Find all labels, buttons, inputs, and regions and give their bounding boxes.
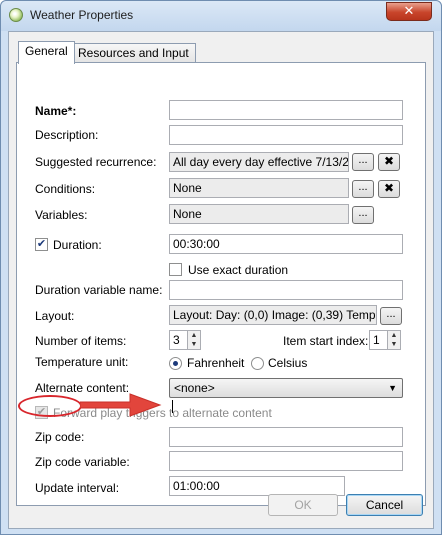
duration-checkbox[interactable]: ✔	[35, 238, 48, 251]
conditions-clear-button[interactable]: ✖	[378, 180, 400, 198]
use-exact-duration-label: Use exact duration	[188, 263, 289, 277]
number-of-items-input[interactable]: 3	[169, 330, 188, 350]
clear-x-icon: ✖	[383, 154, 395, 168]
zip-code-variable-label: Zip code variable:	[35, 455, 130, 469]
fahrenheit-label: Fahrenheit	[187, 356, 245, 370]
description-label: Description:	[35, 128, 99, 142]
zip-code-variable-input[interactable]	[169, 451, 403, 471]
layout-label: Layout:	[35, 309, 75, 323]
dropdown-arrow-icon: ▼	[388, 383, 397, 393]
variables-field: None	[169, 204, 349, 224]
cancel-button[interactable]: Cancel	[346, 494, 423, 516]
celsius-label: Celsius	[268, 356, 308, 370]
title-bar: Weather Properties ✕	[1, 1, 441, 31]
alternate-content-value: <none>	[174, 381, 215, 395]
ok-button[interactable]: OK	[268, 494, 338, 516]
close-button[interactable]: ✕	[386, 2, 432, 21]
text-caret	[172, 400, 173, 413]
alternate-content-select[interactable]: <none> ▼	[169, 378, 403, 398]
name-input[interactable]	[169, 100, 403, 120]
spinner-down-icon[interactable]: ▼	[388, 340, 400, 349]
celsius-radio[interactable]	[251, 357, 264, 370]
dialog-window: Weather Properties ✕ General Resources a…	[0, 0, 442, 535]
suggested-recurrence-label: Suggested recurrence:	[35, 155, 157, 169]
conditions-browse-button[interactable]: ...	[352, 180, 374, 198]
layout-browse-button[interactable]: ...	[380, 307, 402, 325]
variables-browse-button[interactable]: ...	[352, 206, 374, 224]
spinner-up-icon[interactable]: ▲	[188, 331, 200, 340]
annotation-arrow-icon	[80, 393, 162, 417]
spinner-up-icon[interactable]: ▲	[388, 331, 400, 340]
duration-label: Duration:	[53, 238, 102, 252]
update-interval-input[interactable]: 01:00:00	[169, 476, 345, 496]
recurrence-clear-button[interactable]: ✖	[378, 153, 400, 171]
suggested-recurrence-field: All day every day effective 7/13/2016	[169, 152, 349, 172]
update-interval-label: Update interval:	[35, 481, 120, 495]
weather-app-icon	[9, 8, 23, 22]
clear-x-icon: ✖	[383, 181, 395, 195]
item-start-index-spinner[interactable]: ▲ ▼	[387, 330, 401, 350]
duration-variable-name-input[interactable]	[169, 280, 403, 300]
tab-general[interactable]: General	[18, 41, 75, 64]
number-of-items-label: Number of items:	[35, 334, 127, 348]
conditions-field: None	[169, 178, 349, 198]
recurrence-browse-button[interactable]: ...	[352, 153, 374, 171]
window-title: Weather Properties	[30, 8, 134, 22]
dialog-client-area: General Resources and Input Name*: Descr…	[8, 31, 434, 529]
conditions-label: Conditions:	[35, 182, 96, 196]
fahrenheit-radio[interactable]	[169, 357, 182, 370]
name-label: Name*:	[35, 104, 77, 118]
general-tab-panel: Name*: Description: Suggested recurrence…	[16, 62, 426, 506]
spinner-down-icon[interactable]: ▼	[188, 340, 200, 349]
zip-code-input[interactable]	[169, 427, 403, 447]
use-exact-duration-checkbox[interactable]	[169, 263, 182, 276]
zip-code-label: Zip code:	[35, 430, 85, 444]
layout-field: Layout: Day: (0,0) Image: (0,39) Tempera…	[169, 305, 377, 325]
temperature-unit-label: Temperature unit:	[35, 355, 129, 369]
duration-variable-name-label: Duration variable name:	[35, 283, 163, 297]
tab-resources-and-input[interactable]: Resources and Input	[71, 43, 196, 64]
number-of-items-spinner[interactable]: ▲ ▼	[187, 330, 201, 350]
item-start-index-input[interactable]: 1	[369, 330, 388, 350]
zip-code-highlight-ellipse	[18, 395, 82, 417]
item-start-index-label: Item start index:	[283, 334, 369, 348]
variables-label: Variables:	[35, 208, 88, 222]
description-input[interactable]	[169, 125, 403, 145]
duration-input[interactable]: 00:30:00	[169, 234, 403, 254]
radio-selected-dot	[173, 361, 178, 366]
